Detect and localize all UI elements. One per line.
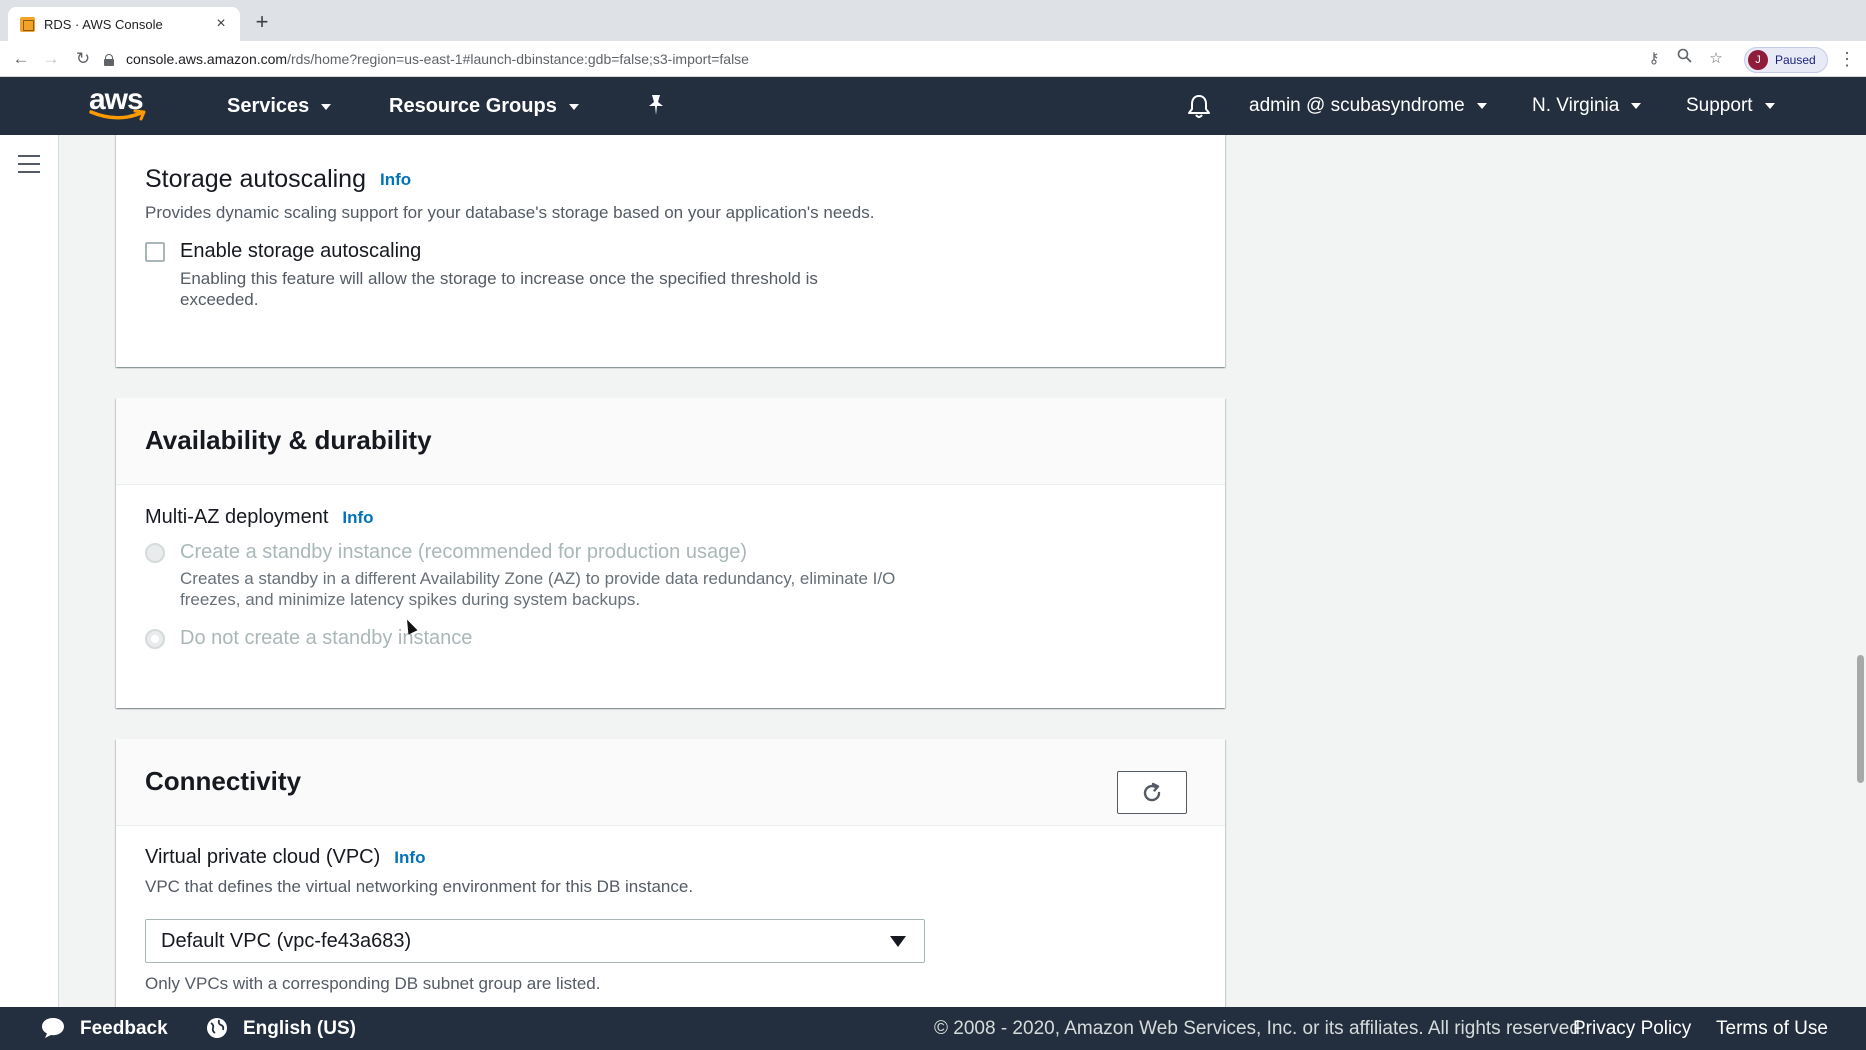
services-label: Services bbox=[227, 95, 310, 117]
no-standby-radio[interactable] bbox=[145, 629, 165, 649]
profile-avatar: J bbox=[1748, 50, 1768, 70]
storage-autoscaling-info-link[interactable]: Info bbox=[380, 170, 411, 189]
services-menu[interactable]: Services bbox=[227, 95, 332, 118]
vpc-hint: Only VPCs with a corresponding DB subnet… bbox=[145, 974, 601, 993]
hamburger-menu-icon[interactable] bbox=[18, 155, 40, 179]
tab-title: RDS · AWS Console bbox=[44, 16, 163, 32]
copyright-text: © 2008 - 2020, Amazon Web Services, Inc.… bbox=[934, 1018, 1586, 1039]
availability-panel-header: Availability & durability bbox=[116, 398, 1225, 485]
chevron-down-icon bbox=[1764, 102, 1775, 109]
vpc-label: Virtual private cloud (VPC) bbox=[145, 846, 381, 868]
create-standby-label[interactable]: Create a standby instance (recommended f… bbox=[180, 541, 747, 564]
back-icon[interactable]: ← bbox=[10, 48, 32, 70]
browser-tab[interactable]: RDS · AWS Console × bbox=[8, 7, 240, 41]
side-navigation-rail bbox=[0, 135, 59, 1007]
vpc-info-link[interactable]: Info bbox=[394, 848, 425, 867]
connectivity-title: Connectivity bbox=[145, 766, 302, 796]
multi-az-label-row: Multi-AZ deployment Info bbox=[145, 506, 374, 529]
enable-storage-autoscaling-description: Enabling this feature will allow the sto… bbox=[180, 269, 818, 309]
vpc-selected-value: Default VPC (vpc-fe43a683) bbox=[161, 929, 412, 952]
enable-storage-autoscaling-label[interactable]: Enable storage autoscaling bbox=[180, 240, 421, 263]
storage-autoscaling-description: Provides dynamic scaling support for you… bbox=[145, 203, 875, 222]
main-content: Storage autoscaling Info Provides dynamic… bbox=[59, 135, 1866, 1007]
globe-icon bbox=[205, 1016, 229, 1046]
bell-icon[interactable] bbox=[1186, 93, 1212, 124]
chevron-down-icon bbox=[321, 103, 332, 110]
storage-autoscaling-heading: Storage autoscaling Info bbox=[145, 165, 411, 194]
tab-close-icon[interactable]: × bbox=[212, 15, 230, 33]
multi-az-label: Multi-AZ deployment bbox=[145, 506, 329, 528]
terms-of-use-link[interactable]: Terms of Use bbox=[1716, 1018, 1828, 1040]
reload-icon[interactable]: ↻ bbox=[72, 48, 94, 70]
profile-paused-button[interactable]: J Paused bbox=[1744, 47, 1828, 73]
feedback-link[interactable]: Feedback bbox=[80, 1018, 168, 1040]
language-selector[interactable]: English (US) bbox=[243, 1018, 356, 1040]
no-standby-label[interactable]: Do not create a standby instance bbox=[180, 627, 472, 650]
profile-status: Paused bbox=[1775, 53, 1816, 67]
resource-groups-menu[interactable]: Resource Groups bbox=[389, 95, 579, 118]
lock-icon bbox=[104, 53, 114, 66]
feedback-icon bbox=[40, 1016, 66, 1046]
aws-smile-icon bbox=[89, 109, 146, 121]
url-host: console.aws.amazon.com bbox=[126, 51, 288, 67]
forward-icon[interactable]: → bbox=[40, 48, 62, 70]
privacy-policy-link[interactable]: Privacy Policy bbox=[1573, 1018, 1691, 1040]
browser-tabstrip: RDS · AWS Console × + bbox=[0, 0, 1866, 41]
console-footer: Feedback English (US) © 2008 - 2020, Ama… bbox=[0, 1007, 1866, 1050]
create-standby-radio[interactable] bbox=[145, 543, 165, 563]
account-label: admin @ scubasyndrome bbox=[1249, 95, 1465, 116]
page-scrollbar[interactable] bbox=[1857, 655, 1864, 783]
region-menu[interactable]: N. Virginia bbox=[1532, 95, 1642, 117]
vpc-select[interactable]: Default VPC (vpc-fe43a683) bbox=[145, 919, 925, 963]
refresh-button[interactable] bbox=[1117, 771, 1187, 814]
aws-logo[interactable]: aws bbox=[89, 85, 151, 127]
browser-menu-icon[interactable]: ⋮ bbox=[1838, 48, 1856, 70]
key-icon[interactable]: ⚷ bbox=[1643, 48, 1665, 70]
support-menu[interactable]: Support bbox=[1686, 95, 1775, 117]
account-menu[interactable]: admin @ scubasyndrome bbox=[1249, 95, 1487, 117]
dropdown-arrow-icon bbox=[890, 936, 906, 947]
connectivity-panel-header: Connectivity bbox=[116, 739, 1225, 826]
pin-icon[interactable] bbox=[645, 93, 667, 123]
support-label: Support bbox=[1686, 95, 1753, 116]
refresh-icon bbox=[1143, 782, 1161, 801]
vpc-description: VPC that defines the virtual networking … bbox=[145, 877, 694, 896]
multi-az-info-link[interactable]: Info bbox=[342, 508, 373, 527]
new-tab-button[interactable]: + bbox=[250, 10, 274, 34]
bookmark-star-icon[interactable]: ☆ bbox=[1705, 48, 1727, 70]
region-label: N. Virginia bbox=[1532, 95, 1620, 116]
browser-toolbar: ← → ↻ console.aws.amazon.com/rds/home?re… bbox=[0, 41, 1866, 77]
enable-storage-autoscaling-checkbox[interactable] bbox=[145, 242, 165, 262]
availability-title: Availability & durability bbox=[145, 425, 432, 455]
connectivity-panel: Connectivity Virtual private cloud (VPC)… bbox=[116, 739, 1225, 1007]
url-path: /rds/home?region=us-east-1#launch-dbinst… bbox=[287, 51, 749, 67]
availability-panel: Availability & durability Multi-AZ deplo… bbox=[116, 398, 1225, 708]
zoom-icon[interactable] bbox=[1673, 48, 1695, 70]
vpc-label-row: Virtual private cloud (VPC) Info bbox=[145, 846, 425, 869]
storage-panel: Storage autoscaling Info Provides dynamic… bbox=[116, 135, 1225, 367]
chevron-down-icon bbox=[1476, 102, 1487, 109]
address-bar[interactable]: console.aws.amazon.com/rds/home?region=u… bbox=[104, 45, 1744, 73]
chevron-down-icon bbox=[568, 103, 579, 110]
chevron-down-icon bbox=[1631, 102, 1642, 109]
resource-groups-label: Resource Groups bbox=[389, 95, 557, 117]
create-standby-description: Creates a standby in a different Availab… bbox=[180, 569, 896, 609]
aws-top-nav: aws Services Resource Groups admin @ scu… bbox=[0, 77, 1866, 135]
storage-autoscaling-title: Storage autoscaling bbox=[145, 165, 366, 193]
aws-favicon-icon bbox=[20, 16, 35, 32]
